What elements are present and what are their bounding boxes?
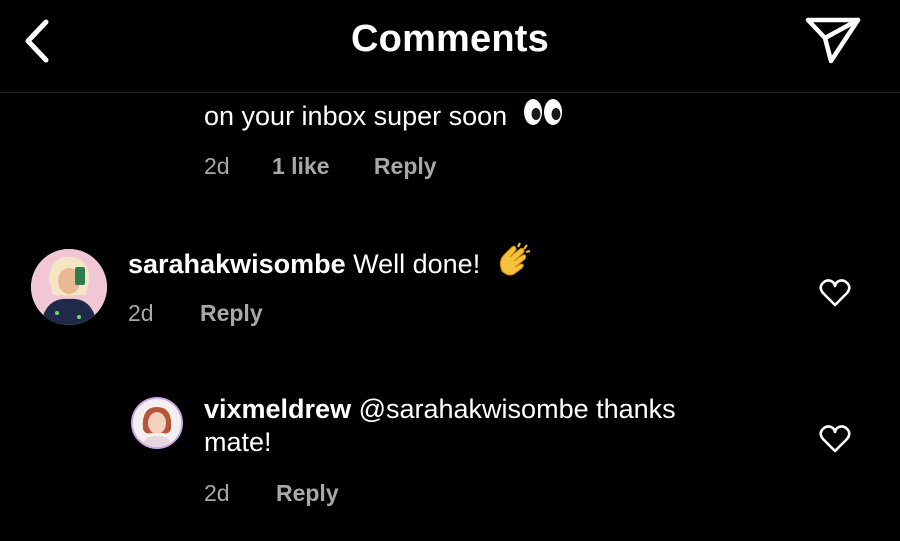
comment-body: Well done! xyxy=(353,249,481,280)
avatar-image xyxy=(133,399,181,447)
comment-meta: 2d Reply xyxy=(204,480,339,507)
comment-time: 2d xyxy=(128,300,154,326)
clapping-hands-emoji xyxy=(494,241,532,285)
heart-icon xyxy=(819,279,851,307)
likes-count[interactable]: 1 like xyxy=(272,153,330,179)
comment-meta: 2d 1 like Reply xyxy=(204,153,437,180)
comment-body: thanks xyxy=(596,394,676,424)
eyes-emoji xyxy=(523,97,563,135)
like-button[interactable] xyxy=(819,424,851,454)
avatar[interactable] xyxy=(31,249,107,325)
comment-time: 2d xyxy=(204,480,230,506)
comment-text: on your inbox super soon xyxy=(204,97,563,135)
paper-plane-icon xyxy=(805,17,861,64)
comment-username[interactable]: sarahakwisombe xyxy=(128,249,346,279)
header-bar: Comments xyxy=(0,0,900,93)
share-button[interactable] xyxy=(804,14,862,66)
comment-body: on your inbox super soon xyxy=(204,101,508,131)
comment-text: sarahakwisombe Well done! xyxy=(128,242,532,285)
comment-meta: 2d Reply xyxy=(128,300,263,327)
like-button[interactable] xyxy=(819,278,851,308)
comment-text-line2: mate! xyxy=(204,426,272,459)
reply-button[interactable]: Reply xyxy=(374,153,437,179)
comment-body: mate! xyxy=(204,427,272,457)
avatar[interactable] xyxy=(131,397,183,449)
avatar-image xyxy=(31,249,107,325)
comment-text: vixmeldrew @sarahakwisombe thanks xyxy=(204,393,676,426)
page-title: Comments xyxy=(351,18,549,60)
heart-icon xyxy=(819,425,851,453)
comment-time: 2d xyxy=(204,153,230,179)
reply-button[interactable]: Reply xyxy=(200,300,263,326)
reply-button[interactable]: Reply xyxy=(276,480,339,506)
comment-username[interactable]: vixmeldrew xyxy=(204,394,351,424)
mention-link[interactable]: @sarahakwisombe xyxy=(359,394,589,424)
